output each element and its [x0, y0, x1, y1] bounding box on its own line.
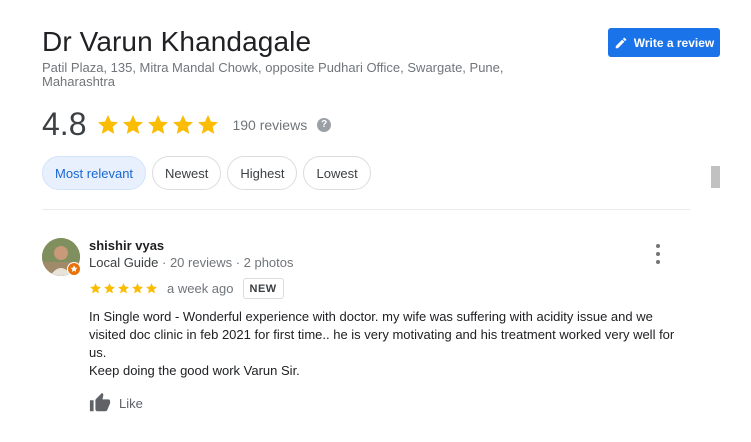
rating-value: 4.8 [42, 106, 87, 142]
star-icon [98, 114, 119, 134]
pencil-icon [615, 37, 627, 48]
local-guide-label: Local Guide [89, 255, 159, 270]
new-badge: NEW [242, 278, 284, 299]
review-text-paragraph: Keep doing the good work Varun Sir. [89, 363, 300, 378]
help-icon[interactable]: ? [317, 117, 332, 132]
reviewer-stats: · 20 reviews · 2 photos [158, 255, 294, 270]
review-stars [89, 282, 158, 295]
reviewer-name[interactable]: shishir vyas [89, 238, 164, 253]
review-text: In Single word - Wonderful experience wi… [89, 308, 689, 380]
star-icon [118, 283, 129, 294]
review-count[interactable]: 190 reviews [232, 117, 307, 133]
star-icon [90, 283, 101, 294]
rating-summary: 4.8 190 reviews ? [42, 106, 332, 143]
sort-filter-chips: Most relevant Newest Highest Lowest [42, 156, 371, 190]
filter-chip-most-relevant[interactable]: Most relevant [42, 156, 147, 190]
local-guide-icon [67, 262, 81, 276]
write-review-label: Write a review [633, 35, 715, 50]
more-vert-icon[interactable] [650, 244, 666, 264]
star-icon [173, 114, 194, 134]
star-icon [104, 283, 115, 294]
filter-chip-lowest[interactable]: Lowest [303, 156, 371, 190]
reviewer-meta: Local Guide · 20 reviews · 2 photos [89, 255, 294, 270]
filter-chip-newest[interactable]: Newest [152, 156, 222, 190]
place-address: Patil Plaza, 135, Mitra Mandal Chowk, op… [42, 60, 504, 89]
like-label: Like [119, 395, 143, 411]
thumb-up-icon [89, 392, 111, 412]
like-button[interactable]: Like [89, 392, 143, 414]
star-icon [132, 283, 143, 294]
star-icon [146, 283, 157, 294]
star-icon [148, 114, 169, 134]
divider [42, 209, 690, 210]
review-time: a week ago [167, 281, 234, 296]
review-rating-row: a week ago NEW [89, 278, 284, 299]
place-title: Dr Varun Khandagale [42, 26, 312, 57]
filter-chip-highest[interactable]: Highest [227, 156, 298, 190]
write-review-button[interactable]: Write a review [608, 28, 720, 57]
scrollbar-thumb[interactable] [711, 166, 720, 188]
review-text-paragraph: In Single word - Wonderful experience wi… [89, 309, 675, 360]
star-icon [123, 114, 144, 134]
rating-stars [96, 113, 220, 137]
star-icon [198, 114, 219, 134]
